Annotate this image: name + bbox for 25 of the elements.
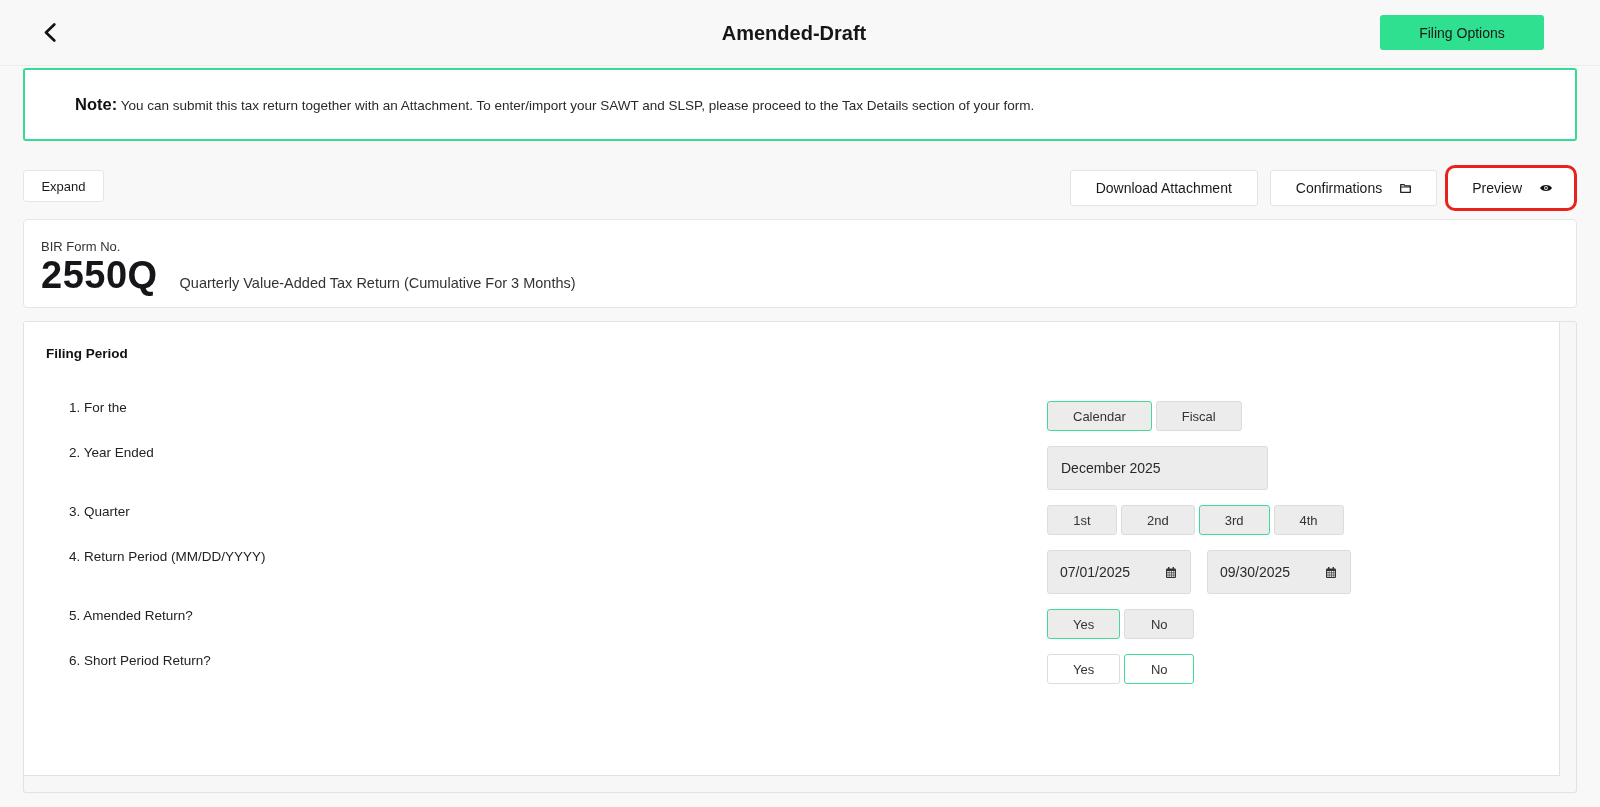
option-button[interactable]: Yes — [1047, 654, 1121, 684]
form-number: 2550Q — [41, 255, 158, 295]
calendar-icon — [1166, 566, 1176, 578]
question-label: 1. For the — [69, 400, 127, 416]
confirmations-button[interactable]: Confirmations — [1269, 170, 1438, 206]
filing-options-button[interactable]: Filing Options — [1380, 15, 1544, 50]
form-description: Quarterly Value-Added Tax Return (Cumulative For 3 Months) — [179, 275, 576, 291]
question-label: 5. Amended Return? — [69, 608, 193, 624]
form-caption: BIR Form No. — [41, 239, 121, 255]
preview-button[interactable]: Preview — [1445, 165, 1577, 211]
chevron-left-icon — [44, 23, 56, 42]
section-title: Filing Period — [46, 346, 128, 362]
question-label: 2. Year Ended — [69, 445, 154, 461]
page-title: Amended-Draft — [721, 22, 867, 45]
question-label: 6. Short Period Return? — [69, 653, 211, 669]
question-label: 3. Quarter — [69, 504, 130, 520]
back-button[interactable] — [44, 23, 56, 42]
note-text: Note: You can submit this tax return together with an Attachment. To enter/import your SAWT and SLSP, please proceed to the Tax Details section of your form. — [75, 95, 1035, 114]
eye-icon — [1540, 184, 1552, 192]
folder-icon — [1400, 183, 1412, 193]
expand-button[interactable]: Expand — [23, 170, 104, 202]
question-label: 4. Return Period (MM/DD/YYYY) — [69, 549, 266, 565]
calendar-icon — [1326, 566, 1336, 578]
download-attachment-button[interactable]: Download Attachment — [1069, 170, 1258, 206]
option-button[interactable]: No — [1124, 654, 1195, 684]
